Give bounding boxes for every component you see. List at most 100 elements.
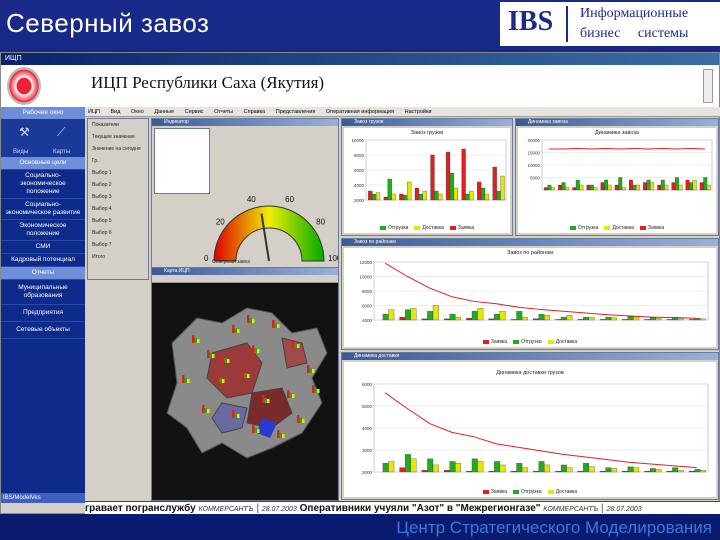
parameter-row[interactable]: Выбор 4 — [88, 203, 148, 215]
chart-bar — [700, 470, 706, 473]
pin-icon[interactable]: ⟋ — [57, 125, 71, 139]
sidebar-item-municipalities[interactable]: Муниципальные образования — [1, 280, 85, 305]
chart-bar — [610, 468, 617, 473]
chart-bar — [555, 470, 562, 473]
chart-bar — [488, 318, 495, 321]
chart-bar — [499, 464, 506, 473]
chart-bar — [500, 175, 505, 201]
menu-item[interactable]: Вид — [108, 109, 121, 115]
chart-bar — [622, 319, 628, 321]
window-titlebar[interactable]: ИЩП — [1, 53, 719, 65]
slide-title: Северный завоз — [6, 8, 210, 38]
parameter-row[interactable]: Показатели — [88, 119, 148, 131]
chart-bar — [677, 470, 684, 473]
chart-bar — [588, 316, 595, 321]
chart-bar — [566, 315, 573, 321]
chart-bar — [449, 172, 455, 201]
chart-bar — [644, 470, 651, 473]
logo-ibs-text: IBS — [508, 6, 554, 37]
chart-bar — [521, 467, 528, 473]
chart-bar — [688, 319, 695, 321]
legend-label: Заявка — [490, 489, 508, 495]
sidebar-item-personnel[interactable]: Кадровый потенциал — [1, 254, 85, 267]
sidebar-item-social-econ-position[interactable]: Социально-экономическое положение — [1, 170, 85, 199]
map-svg[interactable] — [152, 283, 338, 501]
chart-bar — [604, 179, 609, 191]
parameter-row[interactable]: Выбор 6 — [88, 227, 148, 239]
panel-header[interactable]: Завоз по районам — [342, 239, 718, 246]
map-bar — [264, 398, 267, 403]
chart-bar — [432, 464, 439, 473]
chart-bar — [558, 184, 562, 191]
map-bar — [277, 430, 280, 438]
sidebar-item-goals[interactable]: Основные цели — [1, 157, 85, 170]
slide-header: Северный завоз IBS Информационные бизнес… — [0, 0, 720, 48]
map-bar — [234, 328, 237, 333]
panel-header[interactable]: Динамика завоза — [516, 119, 718, 126]
map-bar — [184, 378, 187, 383]
parameter-row[interactable]: Значение на сегодня — [88, 143, 148, 155]
menu-item[interactable]: Данные — [151, 109, 174, 115]
parameter-row[interactable]: Выбор 3 — [88, 191, 148, 203]
menu-item[interactable]: Сервис — [182, 109, 204, 115]
ticker-headline[interactable]: Оперативники учуяли "Азот" в "Межрегионг… — [300, 503, 541, 514]
parameter-label: Выбор 2 — [92, 182, 112, 188]
gauge-tick-label: 0 — [204, 254, 209, 263]
chart-bar — [655, 469, 662, 473]
map-bar — [287, 390, 290, 398]
map-bar — [257, 429, 260, 433]
sidebar-item-reports[interactable]: Отчеты — [1, 267, 85, 280]
menu-item[interactable]: Настройки — [402, 109, 432, 115]
chart-bar — [399, 316, 406, 321]
map-bar — [294, 343, 297, 348]
panel-header[interactable]: Завоз грузов — [342, 119, 512, 126]
sidebar-item-media[interactable]: СМИ — [1, 241, 85, 254]
chart-bar — [622, 470, 628, 473]
sidebar-item-network-objects[interactable]: Сетевые объекты — [1, 322, 85, 339]
tool-icon[interactable]: ⚒ — [19, 125, 33, 139]
chart-bar — [368, 190, 373, 201]
y-tick-label: 5000 — [362, 404, 373, 409]
map-toolbar[interactable] — [152, 275, 338, 283]
chart-bar — [510, 470, 517, 473]
map-bar — [252, 319, 255, 323]
chart-bar — [572, 187, 577, 191]
map-bar — [182, 375, 185, 383]
parameter-row[interactable]: Выбор 5 — [88, 215, 148, 227]
parameter-row[interactable]: Итого — [88, 251, 148, 263]
emblem-icon — [7, 67, 41, 105]
chart-bar — [577, 319, 584, 321]
map-panel-header[interactable]: Карта ИЦП — [152, 268, 338, 275]
menu-item[interactable]: Окно — [128, 109, 144, 115]
chart-bar — [521, 316, 528, 321]
parameter-row[interactable]: Выбор 2 — [88, 179, 148, 191]
parameter-row[interactable]: Выбор 1 — [88, 167, 148, 179]
parameter-label: Выбор 5 — [92, 218, 112, 224]
panel-header[interactable]: Индикатор — [152, 119, 338, 126]
sidebar-item-social-econ-development[interactable]: Социально-экономическое развитие — [1, 199, 85, 220]
menu-item[interactable]: Оперативная информация — [323, 109, 394, 115]
banner-scrollbar[interactable] — [703, 69, 713, 103]
y-tick-label: 4000 — [362, 318, 373, 323]
parameter-row[interactable]: Выбор 7 — [88, 239, 148, 251]
menu-item[interactable]: ИЦП — [85, 109, 100, 115]
menu-item[interactable]: Представления — [273, 109, 316, 115]
news-ticker[interactable]: грaвает погранслужбу КОММЕРСАНТЪ | 28.07… — [85, 501, 720, 514]
parameter-label: Выбор 4 — [92, 206, 112, 212]
menu-item[interactable]: Справка — [241, 109, 266, 115]
parameter-row[interactable]: Текущее значение — [88, 131, 148, 143]
chart-4-body: Динамика доставки грузов 6000 5000 4000 300… — [344, 362, 716, 497]
menu-item[interactable]: Отчеты — [211, 109, 233, 115]
ticker-headline[interactable]: грaвает погранслужбу — [85, 503, 196, 514]
legend-label: Заявка — [647, 225, 665, 231]
sidebar-item-enterprises[interactable]: Предприятия — [1, 305, 85, 322]
parameter-row[interactable]: Гр. — [88, 155, 148, 167]
slide-footer: Центр Стратегического Моделирования — [0, 514, 720, 540]
map-bar — [262, 395, 265, 403]
panel-header[interactable]: Динамика доставки — [342, 353, 718, 360]
chart-bar — [666, 470, 673, 473]
ticker-source: КОММЕРСАНТЪ — [543, 506, 599, 513]
sidebar-item-economic-position[interactable]: Экономическое положение — [1, 220, 85, 241]
map-bar — [257, 349, 260, 353]
y-tick-label: 2000 — [362, 470, 373, 475]
